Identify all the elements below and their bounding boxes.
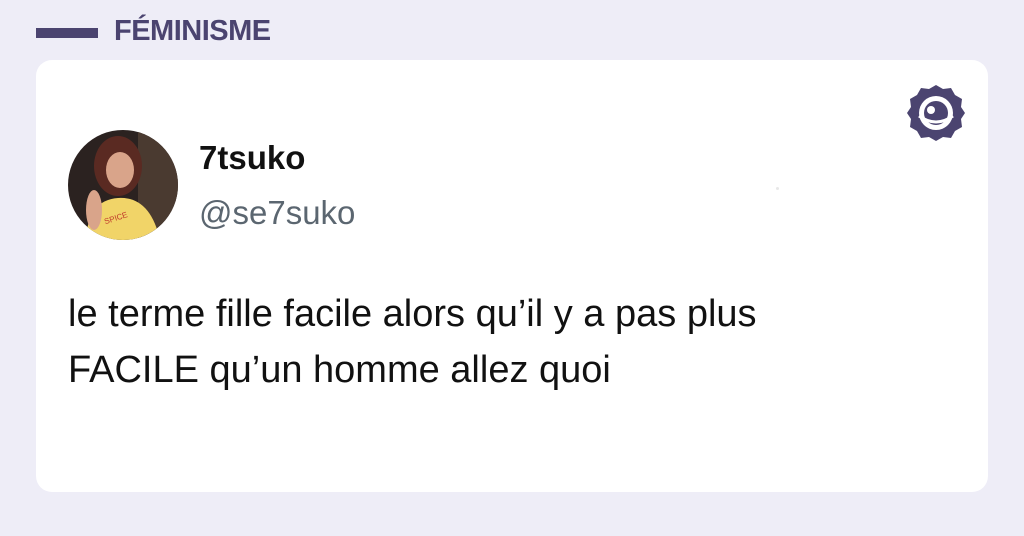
brand-logo-icon[interactable] [905,82,967,144]
display-name[interactable]: 7tsuko [199,138,305,178]
user-handle[interactable]: @se7suko [199,193,355,233]
tweet-card: SPICE 7tsuko @se7suko le terme fille fac… [36,60,988,492]
category-bar [36,28,98,38]
category-label[interactable]: FÉMINISME [114,13,271,49]
tweet-text: le terme fille facile alors qu’il y a pa… [68,293,757,391]
decorative-dot [776,187,779,190]
avatar[interactable]: SPICE [68,130,178,240]
